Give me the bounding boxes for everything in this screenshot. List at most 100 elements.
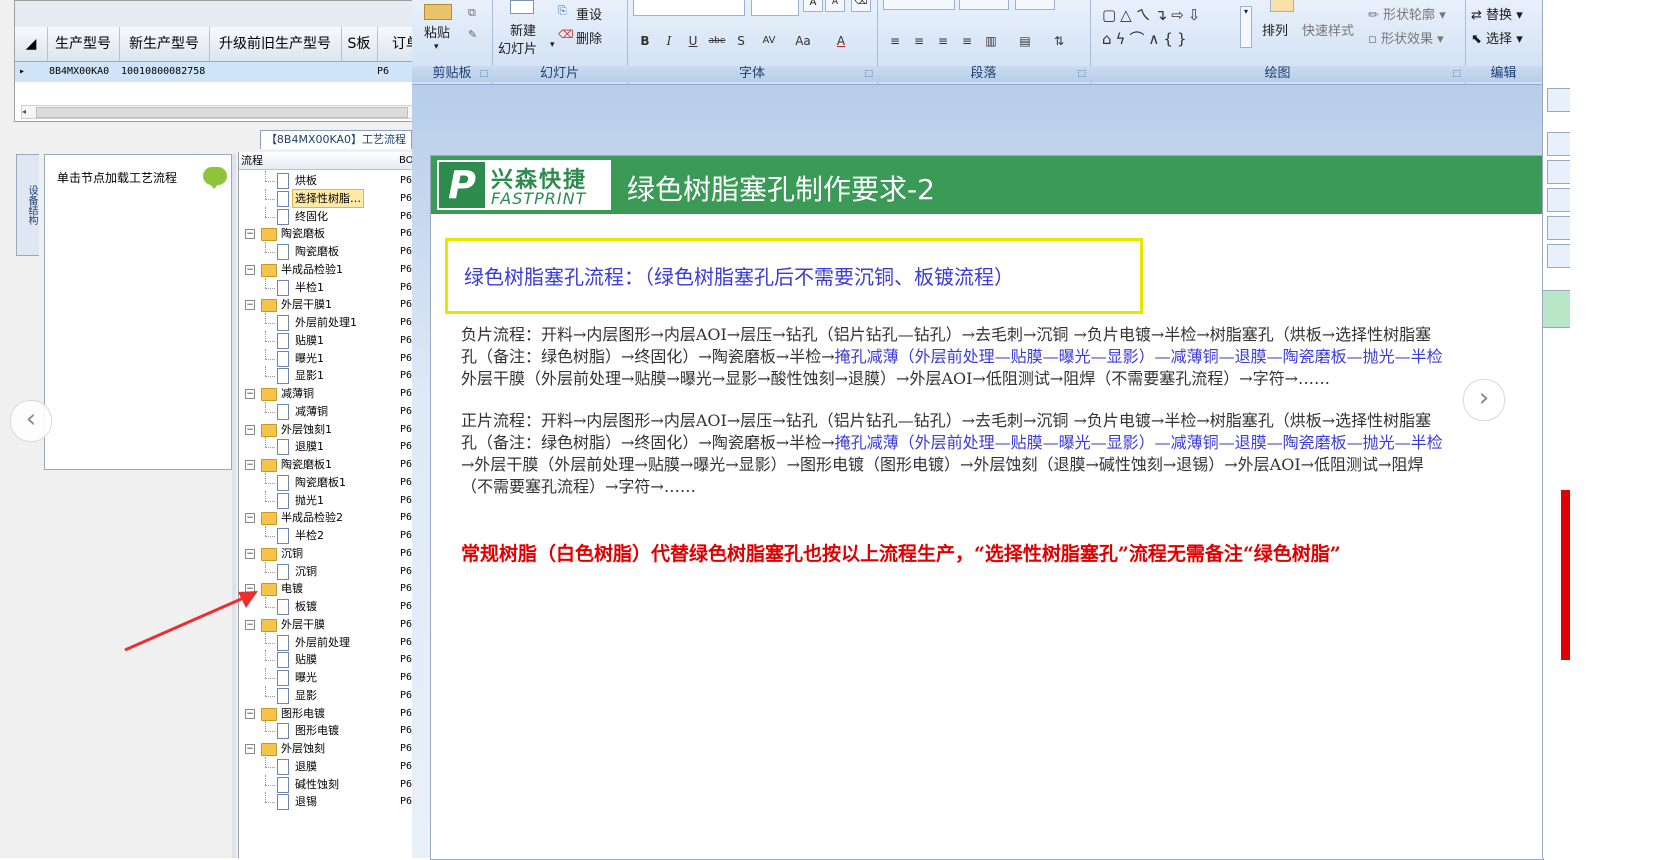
tree-leaf-node[interactable]: 碱性蚀刻 P6 (239, 774, 435, 794)
collapse-icon[interactable]: − (245, 708, 255, 719)
tree-leaf-node[interactable]: 选择性树脂… P6 (239, 188, 435, 208)
col-header-old-model[interactable]: 升级前旧生产型号 (209, 27, 342, 61)
tree-leaf-node[interactable]: 陶瓷磨板 P6 (239, 242, 435, 261)
side-item-5[interactable] (1547, 244, 1570, 268)
prev-slide-button[interactable]: ‹ (10, 400, 52, 442)
tree-leaf-node[interactable]: 终固化 P6 (239, 206, 435, 226)
collapse-icon[interactable]: − (245, 424, 255, 435)
scroll-left-icon[interactable]: ◂ (22, 107, 30, 116)
collapse-icon[interactable]: − (245, 548, 255, 559)
align-center-icon[interactable]: ≡ (907, 30, 931, 52)
tree-leaf-node[interactable]: 沉铜 P6 (239, 561, 435, 581)
scroll-thumb[interactable] (36, 107, 408, 118)
clear-format-icon[interactable]: ⌫ (851, 0, 871, 12)
format-painter-icon[interactable]: ✎ (468, 28, 477, 41)
replace-button[interactable]: ⇄ 替换 ▾ (1471, 4, 1523, 23)
shadow-button[interactable]: S (729, 30, 753, 52)
shrink-font-icon[interactable]: A (825, 0, 845, 12)
tree-folder-node[interactable]: − 外层蚀刻 P6 (239, 739, 435, 758)
font-color-button[interactable]: A (825, 30, 857, 52)
tree-leaf-node[interactable]: 显影 P6 (239, 685, 435, 705)
bullets-button[interactable] (883, 0, 955, 10)
collapse-icon[interactable]: − (245, 229, 255, 240)
shapes-more-icon[interactable]: ▾ (1240, 6, 1252, 48)
shapes-row-1[interactable]: ▢△ㄟ↴⇨⇩ (1102, 4, 1204, 25)
text-direction-icon[interactable]: ⇅ (1043, 30, 1075, 52)
slide[interactable]: P 兴森快捷 FASTPRINT 绿色树脂塞孔制作要求-2 绿色树脂塞孔流程：（… (430, 155, 1544, 860)
collapse-icon[interactable]: − (245, 389, 255, 399)
paste-dropdown-icon[interactable]: ▾ (434, 42, 439, 52)
shape-outline-button[interactable]: ✏ 形状轮廓 ▾ (1368, 4, 1446, 23)
tree-leaf-node[interactable]: 退膜 P6 (239, 756, 435, 776)
italic-button[interactable]: I (657, 30, 681, 52)
collapse-icon[interactable]: − (245, 264, 255, 275)
indent-buttons[interactable] (959, 0, 1009, 10)
tree-leaf-node[interactable]: 陶瓷磨板1 P6 (239, 472, 435, 492)
tree-folder-node[interactable]: − 沉铜 P6 (239, 544, 435, 563)
table-row[interactable]: ▸ 8B4MX00KA0 10010800082758 P6 (15, 62, 435, 82)
side-item-2[interactable] (1547, 160, 1570, 184)
character-spacing-button[interactable]: AV (753, 30, 785, 52)
tree-folder-node[interactable]: − 半成品检验2 P6 (239, 508, 435, 527)
justify-icon[interactable]: ≡ (955, 30, 979, 52)
new-slide-dropdown-icon[interactable]: ▾ (550, 40, 555, 50)
distribute-icon[interactable]: ▥ (979, 30, 1003, 52)
tree-leaf-node[interactable]: 显影1 P6 (239, 366, 435, 385)
col-header-model[interactable]: 生产型号 (47, 27, 120, 61)
tree-folder-node[interactable]: − 外层蚀刻1 P6 (239, 420, 435, 439)
grid-horizontal-scrollbar[interactable]: ◂ (21, 105, 433, 119)
arrange-icon[interactable] (1270, 0, 1294, 12)
align-left-icon[interactable]: ≡ (883, 30, 907, 52)
collapse-icon[interactable]: − (245, 460, 255, 470)
line-spacing-button[interactable] (1015, 0, 1055, 10)
arrange-button[interactable]: 排列 (1262, 20, 1288, 39)
grow-font-icon[interactable]: A (803, 0, 823, 12)
tree-folder-node[interactable]: − 减薄铜 P6 (239, 384, 435, 403)
new-slide-label[interactable]: 幻灯片 (498, 38, 537, 57)
next-slide-button[interactable]: › (1463, 379, 1505, 421)
col-header-new-model[interactable]: 新生产型号 (119, 27, 210, 61)
columns-icon[interactable]: ▤ (1009, 30, 1041, 52)
shape-effects-button[interactable]: ▫ 形状效果 ▾ (1368, 28, 1444, 47)
side-item-4[interactable] (1547, 216, 1570, 240)
tree-folder-node[interactable]: − 陶瓷磨板 P6 (239, 224, 435, 243)
tree-folder-node[interactable]: − 外层干膜1 P6 (239, 295, 435, 314)
delete-icon[interactable]: ⌫ (558, 28, 574, 41)
tree-leaf-node[interactable]: 退锡 P6 (239, 792, 435, 811)
copy-icon[interactable]: ⧉ (468, 6, 476, 20)
align-right-icon[interactable]: ≡ (931, 30, 955, 52)
side-tab-equipment[interactable]: 设备结构 (16, 154, 39, 256)
tree-leaf-node[interactable]: 抛光1 P6 (239, 490, 435, 510)
side-checkbox-icon[interactable] (1547, 88, 1570, 112)
tree-leaf-node[interactable]: 烘板 P6 (239, 171, 435, 190)
shapes-row-2[interactable]: ⌂ϟ⌒∧{} (1102, 28, 1190, 49)
tree-folder-node[interactable]: − 半成品检验1 P6 (239, 260, 435, 279)
paste-icon[interactable] (424, 4, 452, 20)
font-size-select[interactable] (751, 0, 799, 16)
collapse-icon[interactable]: − (245, 744, 255, 754)
side-item-3[interactable] (1547, 188, 1570, 212)
strikethrough-button[interactable]: abe (705, 30, 729, 52)
tree-leaf-node[interactable]: 退膜1 P6 (239, 437, 435, 456)
tree-leaf-node[interactable]: 减薄铜 P6 (239, 401, 435, 421)
reset-button[interactable]: 重设 (576, 4, 602, 23)
panel-splitter[interactable] (232, 154, 236, 858)
tree-leaf-node[interactable]: 曝光 P6 (239, 668, 435, 687)
tree-leaf-node[interactable]: 外层前处理1 P6 (239, 313, 435, 332)
col-header-s-board[interactable]: S板 (341, 27, 378, 61)
select-button[interactable]: ⬉ 选择 ▾ (1471, 28, 1523, 47)
tree-leaf-node[interactable]: 半检2 P6 (239, 526, 435, 545)
quick-styles-button[interactable]: 快速样式 (1302, 20, 1354, 39)
collapse-icon[interactable]: − (245, 300, 255, 311)
tree-leaf-node[interactable]: 图形电镀 P6 (239, 721, 435, 740)
reset-icon[interactable]: ⎘ (558, 4, 567, 18)
underline-button[interactable]: U (681, 30, 705, 52)
tree-leaf-node[interactable]: 贴膜1 P6 (239, 330, 435, 350)
tree-leaf-node[interactable]: 半检1 P6 (239, 277, 435, 297)
collapse-icon[interactable]: − (245, 513, 255, 524)
side-item-1[interactable] (1547, 132, 1570, 156)
new-slide-button[interactable]: 新建 (510, 20, 536, 39)
change-case-button[interactable]: Aa (787, 30, 819, 52)
tree-leaf-node[interactable]: 曝光1 P6 (239, 348, 435, 368)
tree-folder-node[interactable]: − 陶瓷磨板1 P6 (239, 455, 435, 474)
